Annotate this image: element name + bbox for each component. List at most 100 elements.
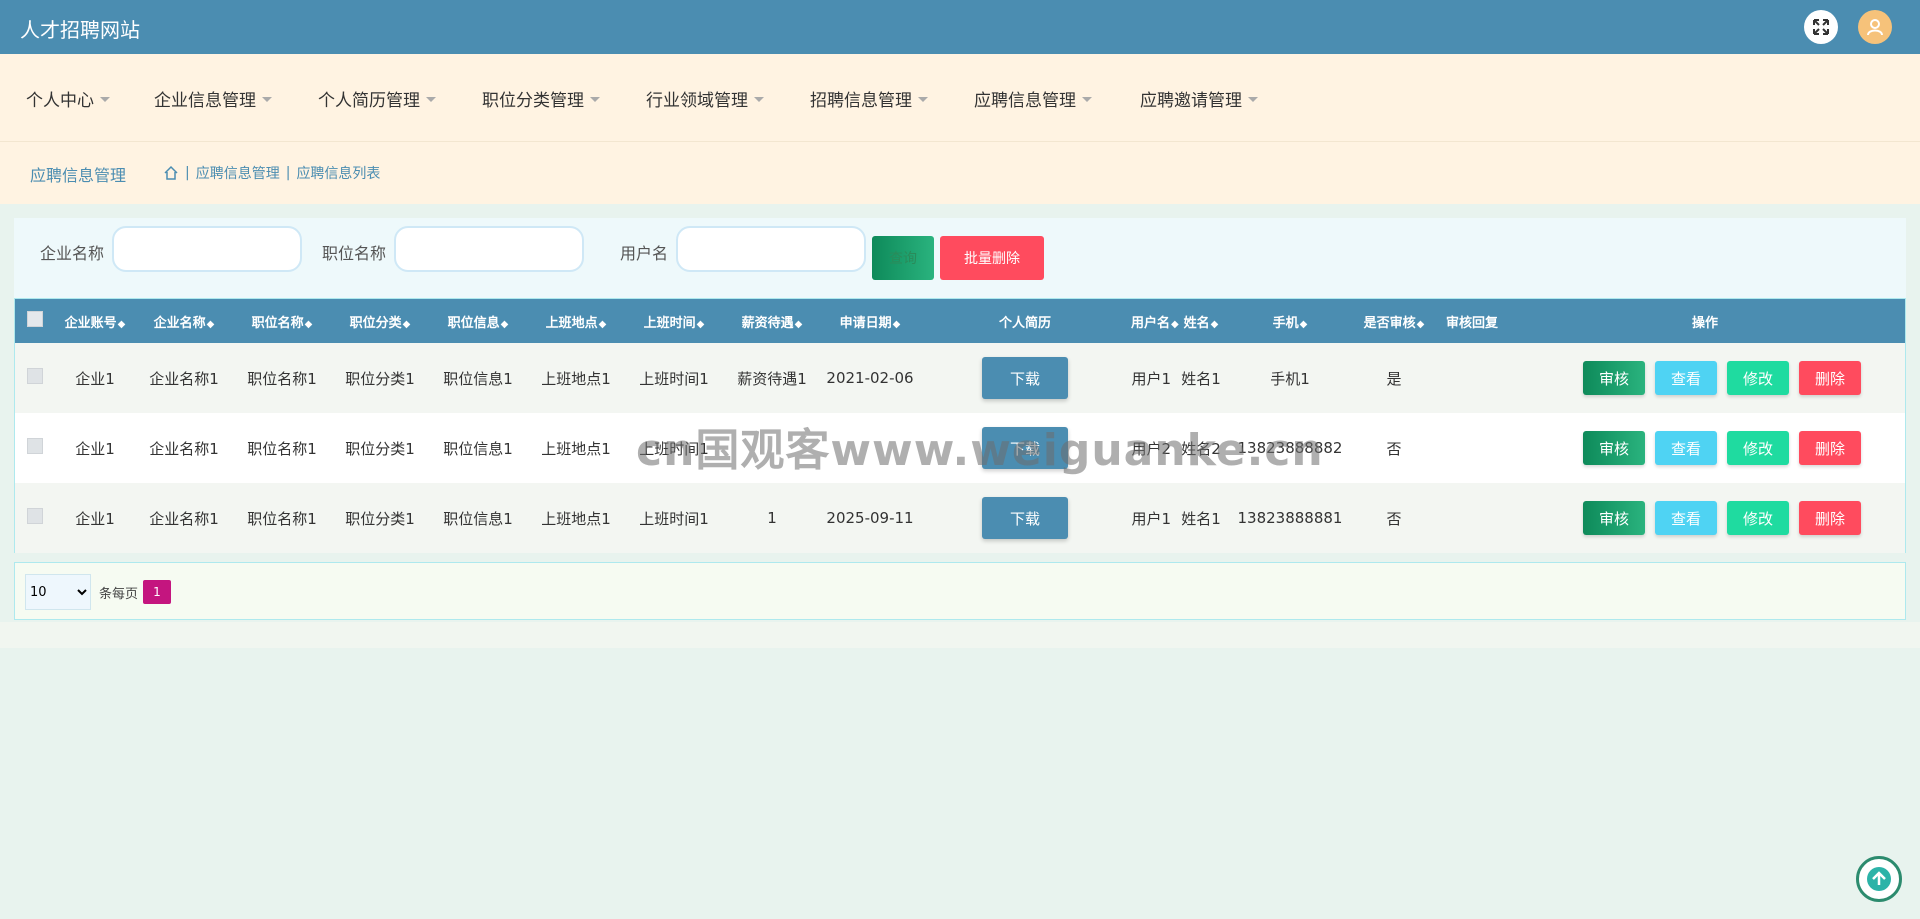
row-checkbox[interactable] [27, 368, 43, 384]
page-title: 应聘信息管理 [30, 162, 126, 186]
username-input[interactable] [676, 226, 866, 272]
menu-item-industry[interactable]: 行业领域管理 [646, 86, 764, 111]
cell-account: 企业1 [55, 483, 135, 553]
arrow-up-icon [1866, 866, 1892, 892]
column-header[interactable]: 职位分类◆ [331, 299, 429, 343]
column-header[interactable]: 企业名称◆ [135, 299, 233, 343]
column-header[interactable]: 上班地点◆ [527, 299, 625, 343]
caret-down-icon [918, 97, 928, 102]
delete-button[interactable]: 删除 [1799, 501, 1861, 535]
breadcrumb-separator: | [185, 165, 190, 181]
column-header[interactable]: 职位名称◆ [233, 299, 331, 343]
cell-salary: 薪资待遇1 [723, 343, 821, 413]
cell-place: 上班地点1 [527, 483, 625, 553]
sort-icon: ◆ [501, 319, 509, 330]
column-header[interactable]: 用户名◆ [1131, 299, 1171, 343]
column-header[interactable]: 申请日期◆ [821, 299, 919, 343]
column-header[interactable]: 姓名◆ [1171, 299, 1231, 343]
column-header: 个人简历 [919, 299, 1131, 343]
cell-info: 职位信息1 [429, 413, 527, 483]
edit-button[interactable]: 修改 [1727, 361, 1789, 395]
menu-item-company[interactable]: 企业信息管理 [154, 86, 272, 111]
page-size-select[interactable]: 102050100 [25, 574, 91, 610]
sort-icon: ◆ [893, 319, 901, 330]
table-row: 企业1 企业名称1 职位名称1 职位分类1 职位信息1 上班地点1 上班时间1 … [15, 483, 1905, 553]
cell-ops: 审核 查看 修改 删除 [1505, 483, 1905, 553]
column-label: 操作 [1692, 316, 1718, 331]
position-name-input[interactable] [394, 226, 584, 272]
cell-account: 企业1 [55, 343, 135, 413]
cell-category: 职位分类1 [331, 483, 429, 553]
cell-name: 姓名1 [1171, 483, 1231, 553]
column-header[interactable]: 职位信息◆ [429, 299, 527, 343]
select-all-checkbox[interactable] [27, 311, 43, 327]
cell-place: 上班地点1 [527, 343, 625, 413]
download-resume-button[interactable]: 下载 [982, 497, 1068, 539]
sort-icon: ◆ [697, 319, 705, 330]
audit-button[interactable]: 审核 [1583, 361, 1645, 395]
column-label: 个人简历 [999, 316, 1051, 331]
home-icon[interactable] [163, 165, 179, 181]
column-label: 职位分类 [350, 316, 402, 331]
search-button[interactable]: 查询 [872, 236, 934, 280]
site-title: 人才招聘网站 [20, 14, 140, 43]
cell-resume: 下载 [919, 483, 1131, 553]
user-avatar-button[interactable] [1858, 10, 1892, 44]
user-icon [1865, 17, 1885, 37]
edit-button[interactable]: 修改 [1727, 501, 1789, 535]
delete-button[interactable]: 删除 [1799, 431, 1861, 465]
footer-panel [0, 622, 1920, 648]
menu-item-resume[interactable]: 个人简历管理 [318, 86, 436, 111]
batch-delete-button[interactable]: 批量删除 [940, 236, 1044, 280]
cell-company: 企业名称1 [135, 343, 233, 413]
row-actions: 审核 查看 修改 删除 [1505, 431, 1905, 465]
menu-label: 个人简历管理 [318, 91, 420, 111]
column-header[interactable]: 上班时间◆ [625, 299, 723, 343]
watermark-text: cn国观客www.weiguanke.cn [636, 414, 1324, 478]
caret-down-icon [426, 97, 436, 102]
view-button[interactable]: 查看 [1655, 361, 1717, 395]
caret-down-icon [1082, 97, 1092, 102]
delete-button[interactable]: 删除 [1799, 361, 1861, 395]
menu-item-invitation[interactable]: 应聘邀请管理 [1140, 86, 1258, 111]
column-header[interactable]: 是否审核◆ [1349, 299, 1439, 343]
row-actions: 审核 查看 修改 删除 [1505, 501, 1905, 535]
column-header[interactable]: 薪资待遇◆ [723, 299, 821, 343]
column-label: 手机 [1273, 316, 1299, 331]
view-button[interactable]: 查看 [1655, 501, 1717, 535]
cell-info: 职位信息1 [429, 343, 527, 413]
cell-info: 职位信息1 [429, 483, 527, 553]
audit-button[interactable]: 审核 [1583, 501, 1645, 535]
sort-icon: ◆ [305, 319, 313, 330]
audit-button[interactable]: 审核 [1583, 431, 1645, 465]
sort-icon: ◆ [1417, 319, 1425, 330]
back-to-top-button[interactable] [1856, 856, 1902, 902]
cell-user: 用户1 [1131, 343, 1171, 413]
menu-label: 行业领域管理 [646, 91, 748, 111]
menu-item-application[interactable]: 应聘信息管理 [974, 86, 1092, 111]
row-checkbox[interactable] [27, 508, 43, 524]
cell-reply [1439, 483, 1505, 553]
cell-place: 上班地点1 [527, 413, 625, 483]
edit-button[interactable]: 修改 [1727, 431, 1789, 465]
position-name-label: 职位名称 [322, 240, 386, 264]
company-name-input[interactable] [112, 226, 302, 272]
menu-item-position-category[interactable]: 职位分类管理 [482, 86, 600, 111]
breadcrumb-separator: | [286, 165, 291, 181]
page-number-current[interactable]: 1 [143, 580, 171, 604]
menu-label: 应聘信息管理 [974, 91, 1076, 111]
menu-item-recruitment[interactable]: 招聘信息管理 [810, 86, 928, 111]
row-checkbox[interactable] [27, 438, 43, 454]
cell-audited: 否 [1349, 483, 1439, 553]
breadcrumb-item[interactable]: 应聘信息管理 [196, 163, 280, 183]
view-button[interactable]: 查看 [1655, 431, 1717, 465]
column-header[interactable]: 手机◆ [1231, 299, 1349, 343]
cell-account: 企业1 [55, 413, 135, 483]
cell-ops: 审核 查看 修改 删除 [1505, 343, 1905, 413]
menu-item-personal-center[interactable]: 个人中心 [26, 86, 110, 111]
download-resume-button[interactable]: 下载 [982, 357, 1068, 399]
sort-icon: ◆ [1171, 319, 1179, 330]
cell-phone: 13823888881 [1231, 483, 1349, 553]
fullscreen-button[interactable] [1804, 10, 1838, 44]
column-header[interactable]: 企业账号◆ [55, 299, 135, 343]
